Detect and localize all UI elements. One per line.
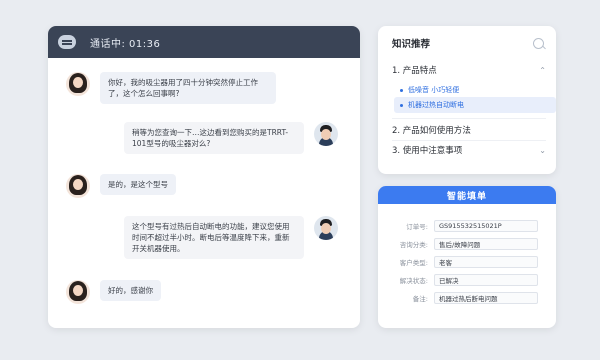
message-bubble: 你好，我的吸尘器用了四十分钟突然停止工作了，这个怎么回事啊? [100, 72, 276, 104]
agent-avatar [314, 216, 338, 240]
message-bubble: 稍等为您查询一下…这边看到您购买的是TRRT-101型号的吸尘器对么? [124, 122, 304, 154]
customer-avatar [66, 280, 90, 304]
customer-avatar [66, 174, 90, 198]
smart-form-panel: 智能填单 订单号: GS915532515021P 咨询分类: 售后/故障问题 … [378, 186, 556, 328]
knowledge-header: 知识推荐 [378, 26, 556, 60]
chat-header: 通话中: 01:36 [48, 26, 360, 58]
search-icon[interactable] [533, 37, 544, 49]
divider [392, 140, 546, 141]
chevron-down-icon[interactable]: ⌄ [539, 146, 546, 155]
knowledge-item-label: 3. 使用中注意事项 [392, 146, 463, 156]
field-label: 咨询分类: [399, 241, 428, 249]
form-row-status: 解决状态: 已解决 [378, 274, 556, 286]
field-label: 订单号: [406, 223, 428, 231]
chat-message-agent: 稍等为您查询一下…这边看到您购买的是TRRT-101型号的吸尘器对么? [124, 122, 338, 154]
message-bubble: 是的，是这个型号 [100, 174, 176, 195]
knowledge-item-label: 1. 产品特点 [392, 66, 437, 76]
knowledge-item-product-features[interactable]: 1. 产品特点 ⌃ [392, 64, 546, 77]
message-bubble: 好的，感谢你 [100, 280, 161, 301]
customer-avatar [66, 72, 90, 96]
form-row-customer-type: 客户类型: 老客 [378, 256, 556, 268]
chat-bubble-icon [58, 35, 76, 49]
chat-message-customer: 是的，是这个型号 [66, 174, 176, 198]
message-bubble: 这个型号有过热后自动断电的功能，建议您使用时间不超过半小时。断电后等温度降下来，… [124, 216, 304, 259]
knowledge-item-usage[interactable]: 2. 产品如何使用方法 [392, 124, 546, 136]
chat-message-customer: 好的，感谢你 [66, 280, 161, 304]
category-field[interactable]: 售后/故障问题 [434, 238, 538, 250]
knowledge-subitem-label: 机器过热自动断电 [408, 101, 464, 109]
knowledge-title: 知识推荐 [392, 39, 431, 50]
field-label: 客户类型: [399, 259, 428, 267]
order-number-field[interactable]: GS915532515021P [434, 220, 538, 232]
agent-avatar [314, 122, 338, 146]
call-status: 通话中: 01:36 [90, 38, 161, 50]
chevron-up-icon[interactable]: ⌃ [539, 66, 546, 75]
notes-field[interactable]: 机器过热后断电问题 [434, 292, 538, 304]
chat-message-agent: 这个型号有过热后自动断电的功能，建议您使用时间不超过半小时。断电后等温度降下来，… [124, 216, 338, 259]
chat-panel: 通话中: 01:36 你好，我的吸尘器用了四十分钟突然停止工作了，这个怎么回事啊… [48, 26, 360, 328]
knowledge-subitem-active[interactable]: 机器过热自动断电 [394, 97, 556, 113]
knowledge-item-precautions[interactable]: 3. 使用中注意事项 ⌄ [392, 144, 546, 157]
customer-type-field[interactable]: 老客 [434, 256, 538, 268]
knowledge-item-label: 2. 产品如何使用方法 [392, 126, 471, 136]
form-row-category: 咨询分类: 售后/故障问题 [378, 238, 556, 250]
form-title: 智能填单 [378, 186, 556, 204]
field-label: 备注: [412, 295, 428, 303]
form-row-order: 订单号: GS915532515021P [378, 220, 556, 232]
resolution-status-field[interactable]: 已解决 [434, 274, 538, 286]
divider [392, 118, 546, 119]
form-row-notes: 备注: 机器过热后断电问题 [378, 292, 556, 304]
knowledge-panel: 知识推荐 1. 产品特点 ⌃ 低噪音 小巧轻便 机器过热自动断电 2. 产品如何… [378, 26, 556, 174]
knowledge-subitem-label: 低噪音 小巧轻便 [408, 86, 460, 94]
bullet-icon [400, 88, 403, 92]
chat-message-customer: 你好，我的吸尘器用了四十分钟突然停止工作了，这个怎么回事啊? [66, 72, 276, 104]
bullet-icon [400, 103, 403, 107]
field-label: 解决状态: [399, 277, 428, 285]
knowledge-subitem[interactable]: 低噪音 小巧轻便 [394, 82, 556, 98]
